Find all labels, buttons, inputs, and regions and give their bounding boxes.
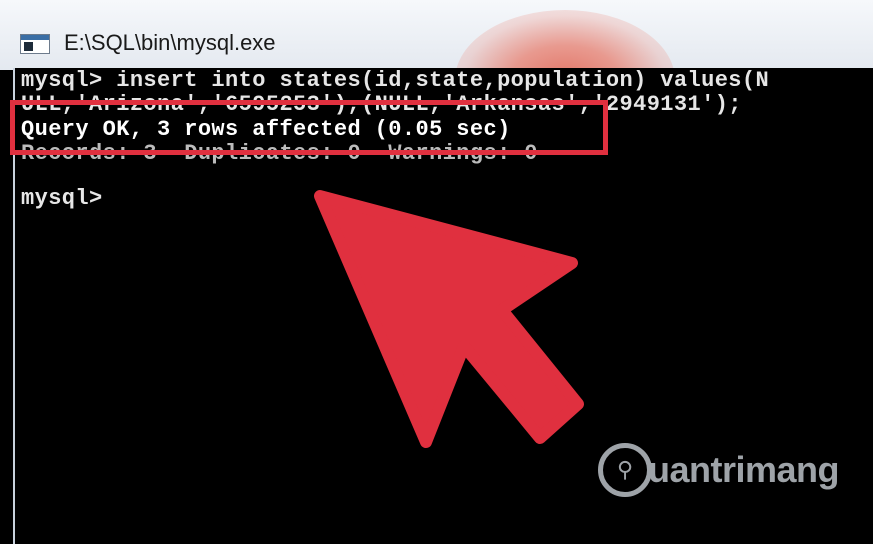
window-title: E:\SQL\bin\mysql.exe [64, 30, 276, 55]
highlight-box [10, 100, 608, 155]
console-line-insert: mysql> insert into states(id,state,popul… [21, 68, 770, 93]
window-titlebar[interactable]: E:\SQL\bin\mysql.exe [0, 0, 873, 70]
watermark: ⚲ uantrimang [598, 440, 840, 500]
titlebar-glow [455, 10, 675, 70]
screenshot: E:\SQL\bin\mysql.exe mysql> insert into … [0, 0, 873, 544]
watermark-text: uantrimang [648, 449, 840, 490]
console-window-icon[interactable] [20, 34, 50, 54]
console-prompt[interactable]: mysql> [21, 186, 103, 211]
lightbulb-icon: ⚲ [598, 443, 652, 497]
